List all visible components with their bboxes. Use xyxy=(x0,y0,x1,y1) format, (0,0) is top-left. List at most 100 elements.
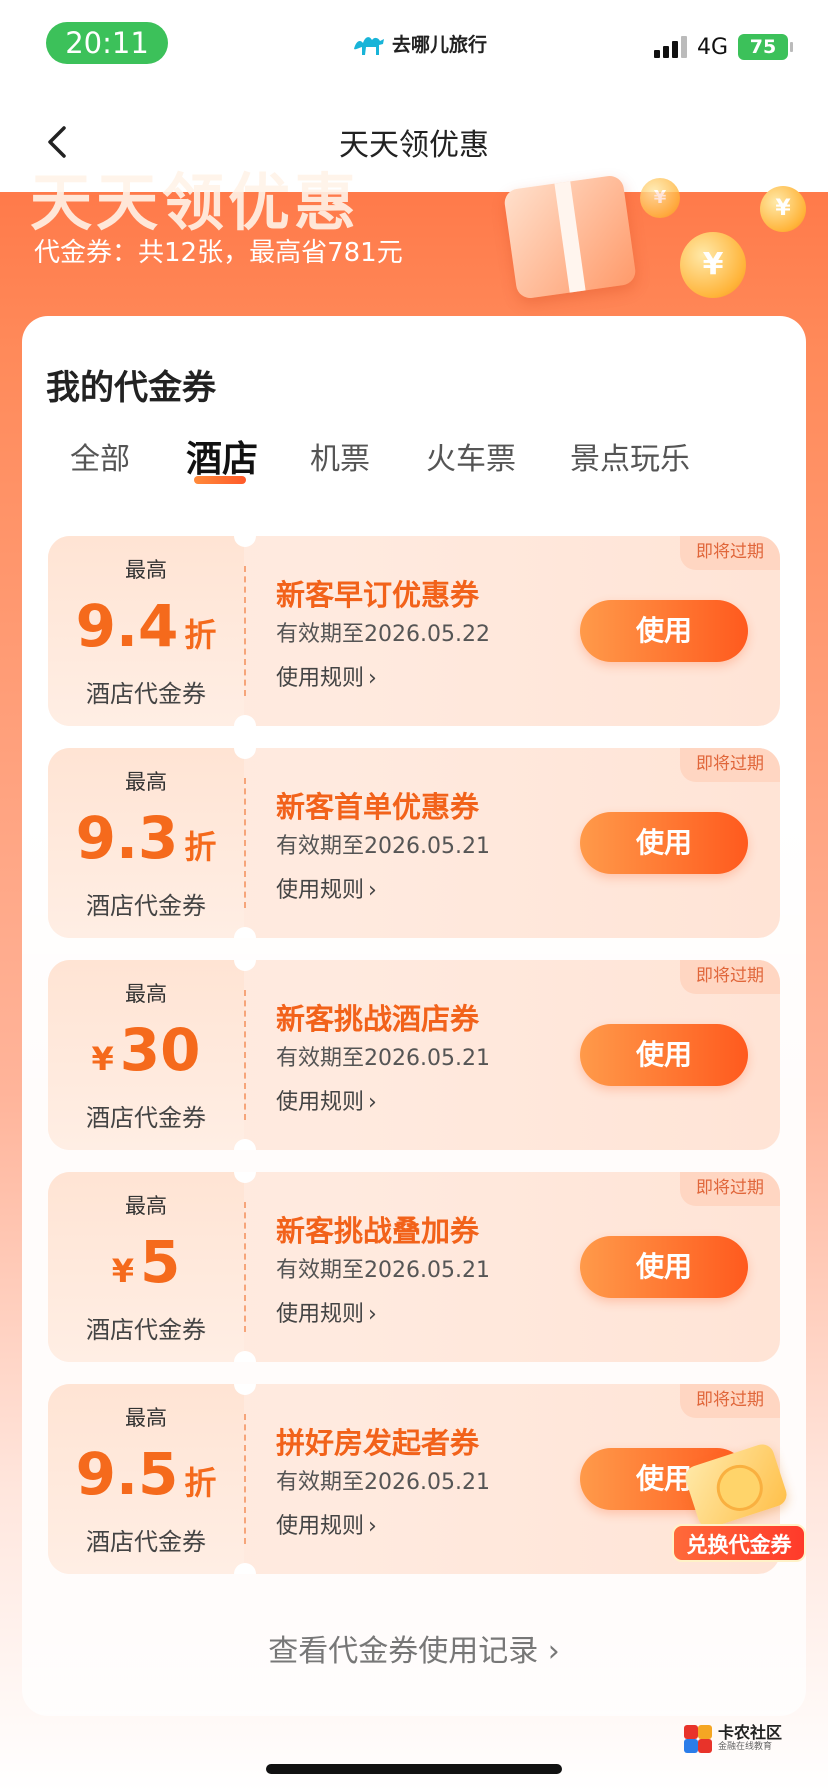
kanong-logo-icon xyxy=(684,1724,712,1753)
coin-icon: ¥ xyxy=(760,186,806,232)
coupon-tabs: 全部 酒店 机票 火车票 景点玩乐 xyxy=(22,434,806,494)
chevron-right-icon: › xyxy=(368,1302,377,1327)
usage-rules-link[interactable]: 使用规则 › xyxy=(276,660,377,692)
use-coupon-button[interactable]: 使用 xyxy=(580,600,748,662)
usage-rules-link[interactable]: 使用规则 › xyxy=(276,1084,377,1116)
coupon-value: 5 xyxy=(139,1228,181,1296)
usage-rules-label: 使用规则 xyxy=(276,1302,365,1327)
use-coupon-button[interactable]: 使用 xyxy=(580,1236,748,1298)
dashed-divider xyxy=(244,1202,246,1332)
coupon-type: 酒店代金券 xyxy=(86,1104,206,1132)
dashed-divider xyxy=(244,778,246,908)
chevron-right-icon: › xyxy=(368,1090,377,1115)
section-title: 我的代金券 xyxy=(46,368,216,408)
coupon-card: 最高 ¥30 酒店代金券 新客挑战酒店券 有效期至2026.05.21 使用规则… xyxy=(48,960,780,1150)
chevron-right-icon: › xyxy=(368,1514,377,1539)
expiring-badge: 即将过期 xyxy=(680,748,780,782)
banner-subtitle: 代金券：共12张，最高省781元 xyxy=(34,238,403,268)
status-time: 20:11 xyxy=(46,22,168,64)
coupon-value: 9.4 xyxy=(75,592,179,660)
status-right: 4G 75 xyxy=(653,34,793,60)
usage-rules-link[interactable]: 使用规则 › xyxy=(276,1296,377,1328)
expiring-badge: 即将过期 xyxy=(680,536,780,570)
coupon-unit: 折 xyxy=(184,828,217,866)
max-label: 最高 xyxy=(125,1406,167,1430)
app-name: 去哪儿旅行 xyxy=(392,34,488,56)
usage-rules-label: 使用规则 xyxy=(276,1090,365,1115)
coin-icon: ¥ xyxy=(640,178,680,218)
max-label: 最高 xyxy=(125,982,167,1006)
banner-headline: 天天领优惠 xyxy=(30,166,361,239)
status-bar: 20:11 去哪儿旅行 4G 75 xyxy=(0,0,828,90)
dashed-divider xyxy=(244,990,246,1120)
coupon-expiry: 有效期至2026.05.21 xyxy=(276,1258,490,1283)
usage-rules-label: 使用规则 xyxy=(276,878,365,903)
tab-train[interactable]: 火车票 xyxy=(426,434,516,478)
chevron-right-icon: › xyxy=(368,666,377,691)
coupon-card: 最高 ¥5 酒店代金券 新客挑战叠加券 有效期至2026.05.21 使用规则 ›… xyxy=(48,1172,780,1362)
coupon-expiry: 有效期至2026.05.22 xyxy=(276,622,490,647)
coupon-unit: 折 xyxy=(184,616,217,654)
app-logo: 去哪儿旅行 xyxy=(352,30,487,57)
signal-icon xyxy=(653,36,687,58)
ticket-icon xyxy=(682,1441,790,1531)
coupon-amount: ¥30 xyxy=(48,1016,244,1084)
currency-symbol: ¥ xyxy=(91,1040,114,1078)
tab-attractions[interactable]: 景点玩乐 xyxy=(570,434,690,478)
coupon-type: 酒店代金券 xyxy=(86,892,206,920)
chevron-right-icon: › xyxy=(368,878,377,903)
coupon-unit: 折 xyxy=(184,1464,217,1502)
battery-icon: 75 xyxy=(738,34,793,60)
usage-rules-link[interactable]: 使用规则 › xyxy=(276,1508,377,1540)
coupon-card: 最高 9.5 折 酒店代金券 拼好房发起者券 有效期至2026.05.21 使用规… xyxy=(48,1384,780,1574)
coupon-history-label: 查看代金券使用记录 xyxy=(268,1634,539,1669)
coupon-amount: ¥5 xyxy=(48,1228,244,1296)
coupon-name: 新客挑战酒店券 xyxy=(276,1002,480,1036)
coupon-amount: 9.5 折 xyxy=(48,1440,244,1508)
expiring-badge: 即将过期 xyxy=(680,1384,780,1418)
use-coupon-button[interactable]: 使用 xyxy=(580,812,748,874)
coupon-card: 最高 9.4 折 酒店代金券 新客早订优惠券 有效期至2026.05.22 使用规… xyxy=(48,536,780,726)
exchange-coupon-button[interactable]: 兑换代金券 xyxy=(672,1441,806,1564)
coupon-amount: 9.4 折 xyxy=(48,592,244,660)
max-label: 最高 xyxy=(125,558,167,582)
watermark: 卡农社区 金融在线教育 xyxy=(684,1724,782,1753)
camel-logo-icon xyxy=(354,36,384,55)
usage-rules-link[interactable]: 使用规则 › xyxy=(276,872,377,904)
coupon-value: 30 xyxy=(119,1016,201,1084)
coupon-name: 新客挑战叠加券 xyxy=(276,1214,480,1248)
tab-flight[interactable]: 机票 xyxy=(310,434,370,478)
coupon-expiry: 有效期至2026.05.21 xyxy=(276,1470,490,1495)
gift-box-icon xyxy=(502,174,638,300)
coin-icon: ¥ xyxy=(680,232,746,298)
network-type: 4G xyxy=(696,34,728,60)
coupon-expiry: 有效期至2026.05.21 xyxy=(276,1046,490,1071)
coupon-value-panel: 最高 ¥30 酒店代金券 xyxy=(48,960,244,1150)
coupon-amount: 9.3 折 xyxy=(48,804,244,872)
max-label: 最高 xyxy=(125,1194,167,1218)
currency-symbol: ¥ xyxy=(111,1252,134,1290)
dashed-divider xyxy=(244,566,246,696)
chevron-right-icon: › xyxy=(547,1634,560,1669)
use-coupon-button[interactable]: 使用 xyxy=(580,1024,748,1086)
coupon-name: 新客首单优惠券 xyxy=(276,790,480,824)
battery-level: 75 xyxy=(749,36,777,58)
expiring-badge: 即将过期 xyxy=(680,960,780,994)
home-indicator[interactable] xyxy=(266,1764,562,1774)
coupon-type: 酒店代金券 xyxy=(86,680,206,708)
coupon-name: 新客早订优惠券 xyxy=(276,578,480,612)
watermark-subtitle: 金融在线教育 xyxy=(718,1742,773,1752)
tab-hotel[interactable]: 酒店 xyxy=(186,430,258,482)
coupon-value-panel: 最高 9.3 折 酒店代金券 xyxy=(48,748,244,938)
coupon-name: 拼好房发起者券 xyxy=(276,1426,480,1460)
coupon-type: 酒店代金券 xyxy=(86,1528,206,1556)
active-tab-indicator xyxy=(194,476,246,484)
coupon-value-panel: 最高 9.5 折 酒店代金券 xyxy=(48,1384,244,1574)
coupon-card: 最高 9.3 折 酒店代金券 新客首单优惠券 有效期至2026.05.21 使用规… xyxy=(48,748,780,938)
coupon-value: 9.3 xyxy=(75,804,179,872)
coupon-type: 酒店代金券 xyxy=(86,1316,206,1344)
coupon-history-link[interactable]: 查看代金券使用记录 › xyxy=(0,1626,828,1670)
dashed-divider xyxy=(244,1414,246,1544)
usage-rules-label: 使用规则 xyxy=(276,666,365,691)
tab-all[interactable]: 全部 xyxy=(70,434,130,478)
